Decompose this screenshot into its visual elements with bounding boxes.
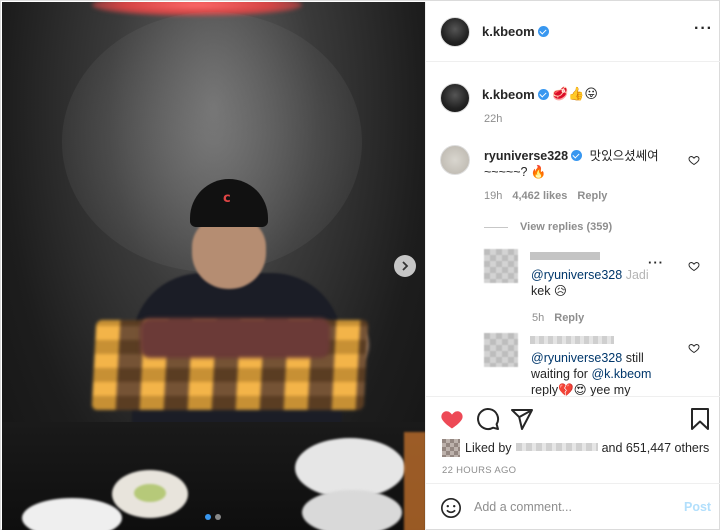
plate [295,438,405,498]
plate [22,498,122,530]
commenter-username[interactable]: ryuniverse328 [484,149,568,163]
view-replies-link[interactable]: View replies (359) [484,221,612,233]
post-actions: Liked by and 651,447 others 22 HOURS AGO … [426,396,720,530]
view-replies-text[interactable]: View replies (359) [520,221,612,233]
caption-avatar[interactable] [440,83,470,113]
post-timestamp: 22 HOURS AGO [442,465,517,476]
caption-text: 🥩👍😛 [552,87,598,102]
censored-liker-name [515,443,598,451]
comments-list: k.kbeom 🥩👍😛 22h ryuniverse328 맛있으셨쎄여 ~~~… [426,63,720,396]
author-username[interactable]: k.kbeom [482,24,549,39]
post-header: k.kbeom ··· [426,2,720,62]
add-comment-bar: Post [426,483,720,530]
liked-by-prefix: Liked by [465,441,512,455]
emoji-smile-icon[interactable] [440,497,462,519]
drink-glass [404,432,425,530]
reply-text: @ryuniverse328 still waiting for @k.kbeo… [531,350,681,396]
plate [302,490,402,530]
comment-meta: 19h 4,462 likes Reply [484,190,607,202]
author-avatar[interactable] [440,17,470,47]
like-heart-icon[interactable] [440,407,464,431]
plate [112,470,188,518]
carousel-dot [215,514,221,520]
comment-text: ryuniverse328 맛있으셨쎄여 ~~~~~? 🔥 [484,148,684,180]
reply-text: @ryuniverse328 Jadi kek 😥 [531,267,681,299]
carousel-next-button[interactable] [394,255,416,277]
reply-reply-link[interactable]: Reply [554,312,584,324]
share-icon[interactable] [510,407,534,431]
carousel-dot-active [205,514,211,520]
cap: c [190,179,268,227]
comment-time: 19h [484,190,503,202]
reply-faded-text: Jadi [625,268,649,282]
caption-time: 22h [484,113,503,125]
commenter-avatar[interactable] [440,145,470,175]
reply-like-heart-icon[interactable] [688,342,700,354]
post-comment-button[interactable]: Post [684,500,711,514]
reply-mention-2[interactable]: @k.kbeom [591,367,651,381]
liker-avatar[interactable] [442,439,460,457]
reply-time: 5h [532,312,545,324]
reply-text-1: still [625,351,644,365]
reply-text-3: reply💔😍 yee my [531,383,631,396]
comment-icon[interactable] [476,407,500,431]
more-options-icon[interactable]: ··· [694,21,713,37]
save-bookmark-icon[interactable] [688,407,712,431]
author-username-text[interactable]: k.kbeom [482,24,535,39]
reply-meta: 5h Reply [532,312,584,324]
post-side-panel: k.kbeom ··· k.kbeom 🥩👍😛 22h ryuniverse32… [425,2,720,530]
caption-username[interactable]: k.kbeom [482,87,549,102]
comment-likes[interactable]: 4,462 likes [512,190,567,202]
reply-mention[interactable]: @ryuniverse328 [531,268,622,282]
reply-like-heart-icon[interactable] [688,260,700,272]
steak [140,318,330,358]
reply-line-2: kek 😥 [531,284,567,298]
liked-by-row: Liked by and 651,447 others [442,439,709,457]
censored-username [530,336,614,344]
verified-badge-icon [537,89,549,100]
reply-avatar[interactable] [484,249,518,283]
post-photo[interactable]: c [2,2,425,530]
verified-badge-icon [537,26,549,37]
carousel-dots [205,514,221,520]
likes-count[interactable]: and 651,447 others [602,441,710,455]
reply-mention[interactable]: @ryuniverse328 [531,351,622,365]
caption-username-text[interactable]: k.kbeom [482,87,535,102]
add-comment-input[interactable] [474,496,664,518]
chevron-right-icon [402,261,409,271]
comment-reply-link[interactable]: Reply [577,190,607,202]
comment-line-1: 맛있으셨쎄여 [589,149,659,163]
comment-like-heart-icon[interactable] [688,154,700,166]
reply-avatar[interactable] [484,333,518,367]
censored-username [530,252,600,260]
reply-text-2: waiting for [531,367,588,381]
comment-line-2: ~~~~~? 🔥 [484,165,547,179]
verified-badge-icon [571,150,583,161]
instagram-post-window: c k.kbeom ··· k.kbeom 🥩👍😛 22h ryuniverse… [0,0,720,530]
